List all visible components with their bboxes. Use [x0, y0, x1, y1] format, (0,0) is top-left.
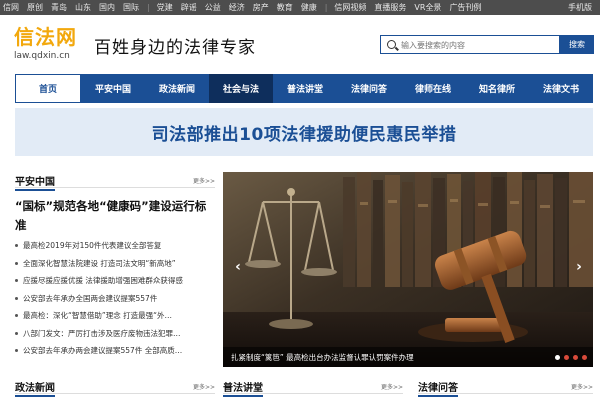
- slider-dot[interactable]: [555, 355, 560, 360]
- mobile-version-link[interactable]: 手机版: [568, 2, 592, 13]
- pingan-news-list: 最高检2019年对150件代表建议全部答复 全面深化智慧法院建设 打造司法文明“…: [15, 237, 215, 360]
- nav-item-falv-wenda[interactable]: 法律问答: [337, 74, 401, 103]
- list-item[interactable]: 应援尽援应援优援 法律援助增强困难群众获得感: [15, 272, 215, 290]
- more-link[interactable]: 更多>>: [571, 382, 593, 391]
- slider-dot[interactable]: [564, 355, 569, 360]
- top-link[interactable]: 直播服务: [374, 2, 406, 13]
- slider-dot[interactable]: [582, 355, 587, 360]
- top-link[interactable]: 辟谣: [181, 2, 197, 13]
- more-link[interactable]: 更多>>: [193, 382, 215, 391]
- list-item[interactable]: 公安部去年承办全国两会建议提案557件: [15, 290, 215, 308]
- section-title: 政法新闻: [15, 379, 55, 397]
- top-link[interactable]: 原创: [27, 2, 43, 13]
- top-link[interactable]: 教育: [277, 2, 293, 13]
- section-header-zhengfa: 政法新闻 更多>>: [15, 378, 215, 397]
- top-link[interactable]: 房产: [253, 2, 269, 13]
- slider-next-arrow[interactable]: ›: [569, 254, 589, 280]
- slide-caption[interactable]: 扎紧制度“篱笆” 最高检出台办法监督认罪认罚案件办理: [231, 352, 414, 363]
- top-link[interactable]: 信网: [3, 2, 19, 13]
- nav-item-shehui[interactable]: 社会与法: [209, 74, 273, 103]
- slide-caption-bar: 扎紧制度“篱笆” 最高检出台办法监督认罪认罚案件办理: [223, 347, 593, 367]
- slide-image: [223, 172, 593, 367]
- more-link[interactable]: 更多>>: [193, 176, 215, 185]
- section-title: 法律问答: [418, 379, 458, 397]
- site-slogan: 百姓身边的法律专家: [94, 38, 256, 58]
- list-item[interactable]: 八部门发文：严厉打击涉及医疗废物违法犯罪…: [15, 325, 215, 343]
- nav-item-home[interactable]: 首页: [15, 74, 81, 103]
- top-link-separator: |: [324, 3, 328, 12]
- list-item[interactable]: 全面深化智慧法院建设 打造司法文明“新高地”: [15, 255, 215, 273]
- pingan-headline[interactable]: “国标”规范各地“健康码”建设运行标准: [15, 197, 215, 235]
- slider-dot[interactable]: [573, 355, 578, 360]
- more-link[interactable]: 更多>>: [381, 382, 403, 391]
- top-bar: 信网 原创 青岛 山东 国内 国际 | 党建 辟谣 公益 经济 房产 教育 健康 | 信网视频 直播服务 VR全景…: [0, 0, 600, 15]
- list-item[interactable]: 最高检：深化“智慧借助”理念 打造最强“外…: [15, 307, 215, 325]
- nav-item-lvshi[interactable]: 律师在线: [401, 74, 465, 103]
- main-nav: 首页 平安中国 政法新闻 社会与法 普法讲堂 法律问答 律师在线 知名律所 法律…: [15, 74, 593, 103]
- nav-item-zhengfa[interactable]: 政法新闻: [145, 74, 209, 103]
- top-link-separator: |: [147, 3, 150, 12]
- top-link[interactable]: 经济: [229, 2, 245, 13]
- section-title: 平安中国: [15, 173, 55, 191]
- top-link[interactable]: 党建: [157, 2, 173, 13]
- search-box: [380, 35, 560, 54]
- image-slider[interactable]: ‹ › 扎紧制度“篱笆” 最高检出台办法监督认罪认罚案件办理: [223, 172, 593, 367]
- top-link[interactable]: 健康: [301, 2, 317, 13]
- logo-url: law.qdxin.cn: [14, 51, 70, 61]
- nav-item-wenshu[interactable]: 法律文书: [529, 74, 593, 103]
- search-bar: 搜索: [380, 35, 594, 54]
- section-header-falv: 法律问答 更多>>: [418, 378, 593, 397]
- nav-item-lvsuo[interactable]: 知名律所: [465, 74, 529, 103]
- top-link[interactable]: 公益: [205, 2, 221, 13]
- top-link[interactable]: 山东: [75, 2, 91, 13]
- list-item[interactable]: 最高检2019年对150件代表建议全部答复: [15, 237, 215, 255]
- site-logo[interactable]: 信法网 law.qdxin.cn: [14, 26, 84, 61]
- top-link[interactable]: 国际: [123, 2, 139, 13]
- nav-item-pufa[interactable]: 普法讲堂: [273, 74, 337, 103]
- logo-name: 信法网: [14, 25, 77, 49]
- top-link[interactable]: 信网视频: [334, 2, 366, 13]
- top-link[interactable]: 广告刊例: [449, 2, 481, 13]
- banner-text: 司法部推出10项法律援助便民惠民举措: [151, 124, 457, 145]
- slider-prev-arrow[interactable]: ‹: [228, 254, 248, 280]
- top-link[interactable]: 青岛: [51, 2, 67, 13]
- section-header-pingan: 平安中国 更多>>: [15, 172, 215, 191]
- top-link[interactable]: 国内: [99, 2, 115, 13]
- headline-banner[interactable]: 司法部推出10项法律援助便民惠民举措: [15, 108, 593, 156]
- top-link[interactable]: VR全景: [414, 2, 441, 13]
- list-item[interactable]: 公安部去年承办两会建议提案557件 全部高质…: [15, 342, 215, 360]
- slider-dots: [551, 355, 587, 360]
- search-button[interactable]: 搜索: [560, 35, 594, 54]
- search-icon: [387, 40, 396, 49]
- top-links: 信网 原创 青岛 山东 国内 国际 | 党建 辟谣 公益 经济 房产 教育 健康 | 信网视频 直播服务 VR全景…: [3, 0, 489, 15]
- search-input[interactable]: [401, 38, 551, 52]
- nav-item-pingan[interactable]: 平安中国: [81, 74, 145, 103]
- section-title: 普法讲堂: [223, 379, 263, 397]
- section-header-pufa: 普法讲堂 更多>>: [223, 378, 403, 397]
